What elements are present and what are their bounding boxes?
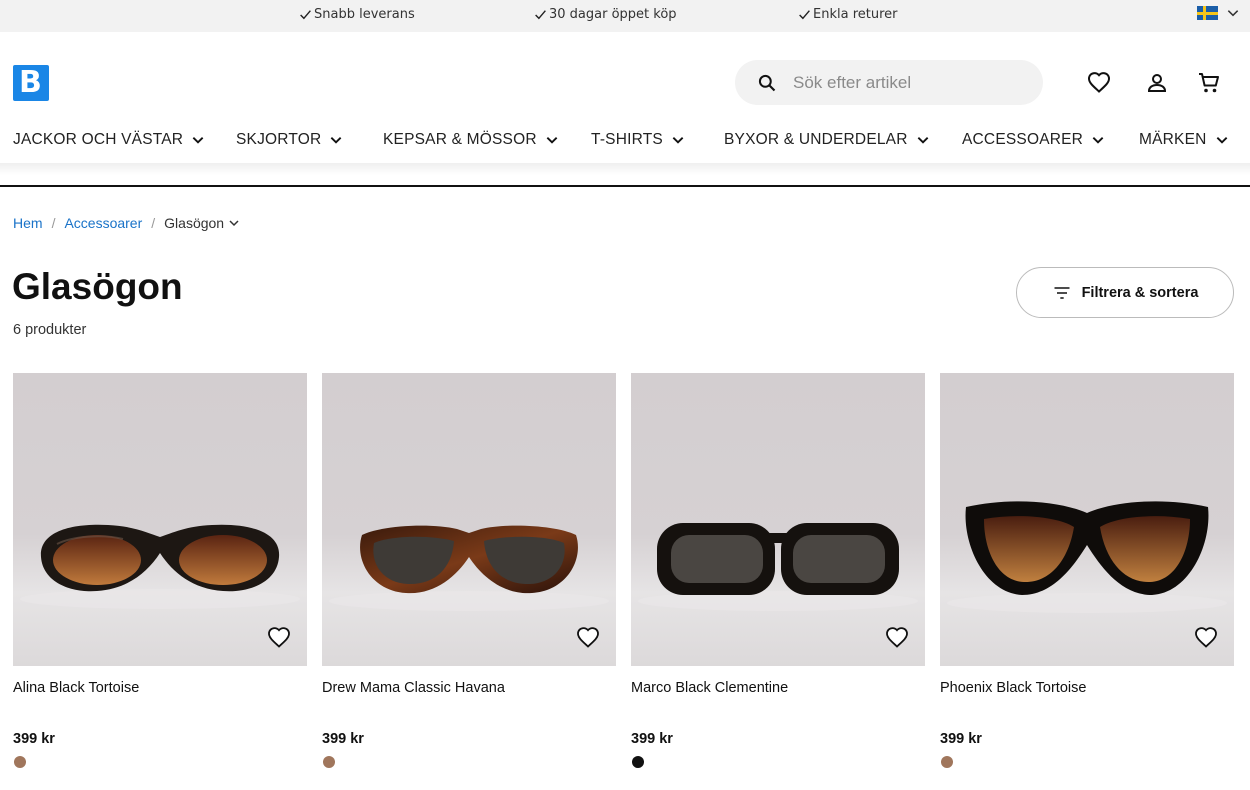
- color-swatch[interactable]: [941, 756, 953, 768]
- color-swatch[interactable]: [323, 756, 335, 768]
- usp-item: Snabb leverans: [299, 7, 415, 22]
- filter-sort-button[interactable]: Filtrera & sortera: [1016, 267, 1234, 318]
- search-icon: [758, 74, 776, 92]
- usp-bar: Snabb leverans 30 dagar öppet köp Enkla …: [0, 0, 1250, 32]
- sweden-flag-icon: [1197, 6, 1218, 20]
- product-image[interactable]: [13, 373, 307, 666]
- product-count: 6 produkter: [13, 322, 87, 338]
- chevron-down-icon: [917, 137, 928, 144]
- nav-item-t-shirts[interactable]: T-SHIRTS: [591, 131, 685, 149]
- search-input[interactable]: [793, 60, 1023, 105]
- header-divider: [0, 185, 1250, 187]
- chevron-down-icon: [192, 137, 204, 144]
- product-name[interactable]: Marco Black Clementine: [631, 680, 788, 696]
- product-name[interactable]: Drew Mama Classic Havana: [322, 680, 505, 696]
- color-swatch[interactable]: [632, 756, 644, 768]
- usp-item: 30 dagar öppet köp: [534, 7, 677, 22]
- product-card[interactable]: Phoenix Black Tortoise 399 kr: [940, 373, 1234, 768]
- breadcrumb-separator: /: [51, 215, 56, 231]
- chevron-down-icon: [331, 137, 342, 144]
- product-price: 399 kr: [940, 731, 982, 747]
- sunglasses-image: [638, 523, 918, 611]
- nav-item-jackor-och-vastar[interactable]: JACKOR OCH VÄSTAR: [13, 131, 205, 149]
- product-price: 399 kr: [631, 731, 673, 747]
- wishlist-toggle[interactable]: [1194, 626, 1218, 650]
- breadcrumb-current[interactable]: Glasögon: [164, 215, 240, 231]
- sunglasses-image: [20, 524, 300, 609]
- breadcrumb-separator: /: [151, 215, 156, 231]
- heart-icon: [886, 627, 908, 648]
- cart-button[interactable]: [1197, 71, 1221, 95]
- breadcrumb-accessoarer[interactable]: Accessoarer: [64, 215, 142, 231]
- wishlist-toggle[interactable]: [576, 626, 600, 650]
- check-icon: [535, 10, 546, 20]
- search-bar[interactable]: [735, 60, 1043, 105]
- filter-icon: [1054, 286, 1070, 299]
- wishlist-toggle[interactable]: [267, 626, 291, 650]
- color-swatch[interactable]: [14, 756, 26, 768]
- nav-item-skjortor[interactable]: SKJORTOR: [236, 131, 343, 149]
- logo-letter: B: [19, 65, 42, 100]
- product-price: 399 kr: [13, 731, 55, 747]
- nav-item-kepsar-mossor[interactable]: KEPSAR & MÖSSOR: [383, 131, 559, 149]
- usp-item: Enkla returer: [798, 7, 898, 22]
- sunglasses-image: [329, 525, 609, 611]
- product-image[interactable]: [940, 373, 1234, 666]
- nav-item-accessoarer[interactable]: ACCESSOARER: [962, 131, 1105, 149]
- account-button[interactable]: [1145, 71, 1169, 95]
- breadcrumb: Hem / Accessoarer / Glasögon: [13, 215, 240, 231]
- product-image[interactable]: [322, 373, 616, 666]
- check-icon: [300, 10, 311, 20]
- check-icon: [799, 10, 810, 20]
- heart-icon: [268, 627, 290, 648]
- nav-item-byxor-underdelar[interactable]: BYXOR & UNDERDELAR: [724, 131, 930, 149]
- product-card[interactable]: Marco Black Clementine 399 kr: [631, 373, 925, 768]
- breadcrumb-home[interactable]: Hem: [13, 215, 43, 231]
- nav-item-marken[interactable]: MÄRKEN: [1139, 131, 1229, 149]
- chevron-down-icon: [1092, 137, 1104, 144]
- chevron-down-icon: [546, 137, 558, 144]
- product-price: 399 kr: [322, 731, 364, 747]
- heart-icon: [1087, 72, 1111, 93]
- chevron-down-icon: [229, 220, 239, 227]
- chevron-down-icon: [672, 137, 684, 144]
- product-name[interactable]: Alina Black Tortoise: [13, 680, 139, 696]
- nav-shadow: [0, 163, 1250, 175]
- category-nav: JACKOR OCH VÄSTAR SKJORTOR KEPSAR & MÖSS…: [0, 125, 1250, 163]
- chevron-down-icon: [1227, 10, 1239, 17]
- cart-icon: [1199, 73, 1219, 93]
- country-selector[interactable]: [1197, 6, 1240, 20]
- site-logo[interactable]: B: [13, 65, 49, 101]
- chevron-down-icon: [1216, 137, 1227, 144]
- wishlist-toggle[interactable]: [885, 626, 909, 650]
- page-title: Glasögon: [12, 266, 183, 307]
- heart-icon: [577, 627, 599, 648]
- product-image[interactable]: [631, 373, 925, 666]
- product-card[interactable]: Drew Mama Classic Havana 399 kr: [322, 373, 616, 768]
- heart-icon: [1195, 627, 1217, 648]
- sunglasses-image: [947, 501, 1227, 613]
- product-card[interactable]: Alina Black Tortoise 399 kr: [13, 373, 307, 768]
- wishlist-button[interactable]: [1087, 71, 1111, 95]
- user-icon: [1147, 74, 1167, 92]
- product-name[interactable]: Phoenix Black Tortoise: [940, 680, 1086, 696]
